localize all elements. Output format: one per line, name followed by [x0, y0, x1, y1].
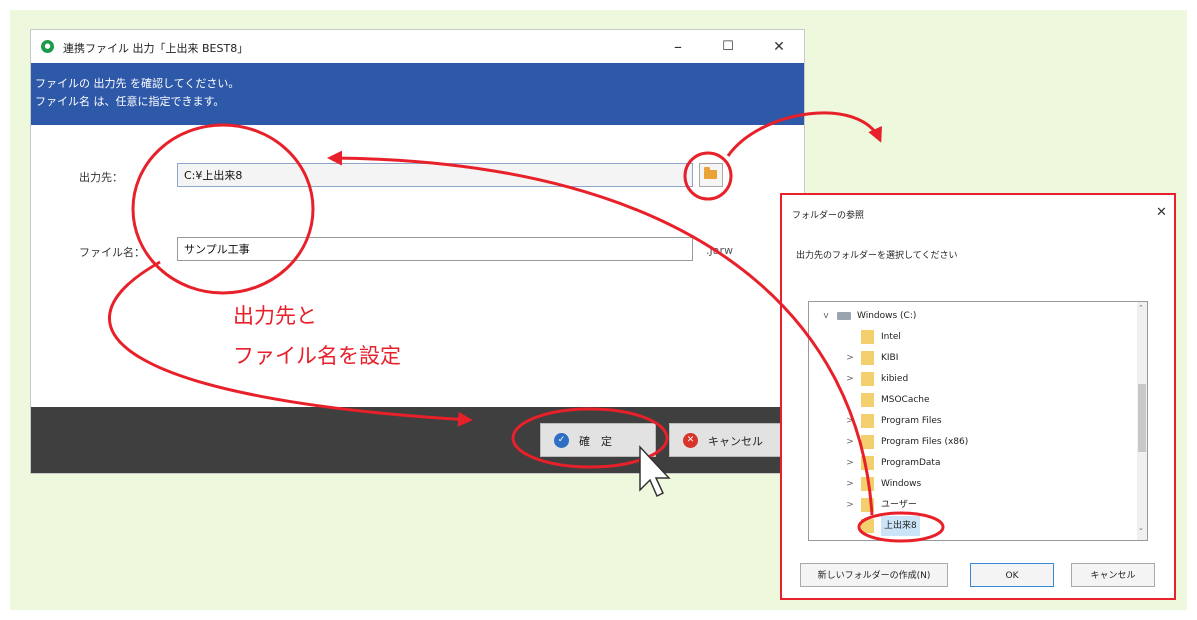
annotation-circle-folder	[857, 511, 945, 543]
arrow-to-confirm	[107, 260, 473, 427]
annotation-circle-browse	[683, 151, 733, 201]
arrow-to-browse-dialog	[726, 111, 882, 157]
annotation-circle-fields	[131, 123, 315, 295]
arrow-to-dest-field	[327, 150, 874, 516]
annotation-overlay	[107, 111, 945, 543]
